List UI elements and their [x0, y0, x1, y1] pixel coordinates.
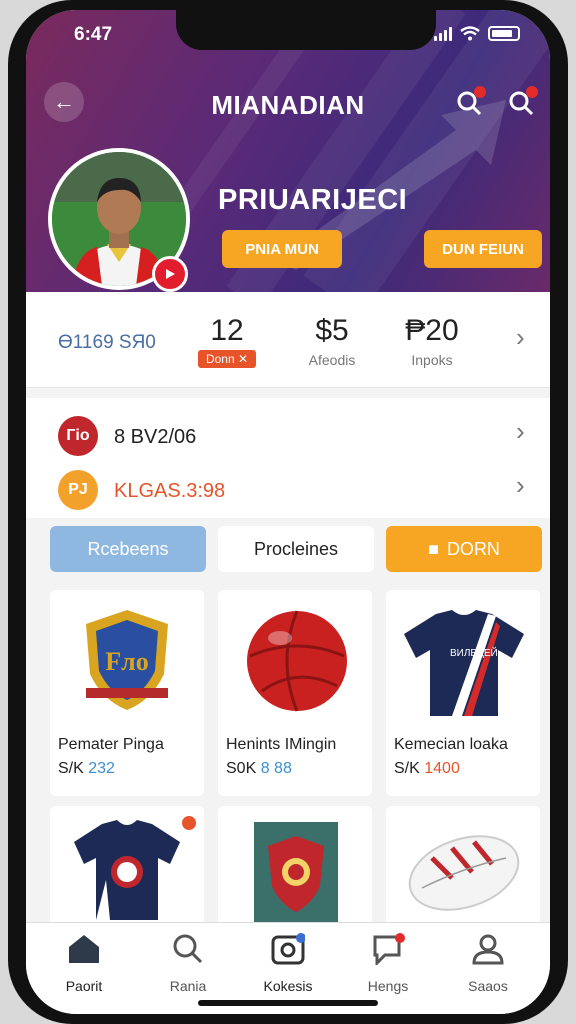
chevron-right-icon[interactable]: ›	[516, 322, 525, 353]
info-row[interactable]: PJ KLGAS.3:98 ›	[26, 462, 550, 518]
tab-procleines[interactable]: Procleines	[218, 526, 374, 572]
product-card[interactable]	[218, 806, 372, 926]
badge-icon	[182, 816, 196, 830]
player-name: PRIUARIJECI	[218, 184, 408, 216]
nav-search[interactable]: Rania	[138, 933, 238, 994]
play-button[interactable]	[152, 256, 188, 292]
store-icon: ■	[428, 538, 439, 559]
position-icon: PJ	[58, 470, 98, 510]
bottom-nav: Paorit Rania Kokesis Hengs Saaos	[26, 922, 550, 1014]
stat-assists[interactable]: ₱20 Inpoks	[392, 314, 472, 368]
tab-label: DORN	[446, 538, 500, 559]
app-screen: ← MIANADIAN PRIUARIJECI PNIA MUN DUN FEI…	[26, 10, 550, 1014]
nav-profile[interactable]: Saaos	[438, 933, 538, 994]
phone-frame: ← MIANADIAN PRIUARIJECI PNIA MUN DUN FEI…	[8, 0, 568, 1024]
crest-image: Fло	[86, 610, 168, 710]
battery-icon	[488, 26, 520, 41]
svg-text:ВИЛЕДЕЙ: ВИЛЕДЕЙ	[450, 646, 498, 659]
primary-action-button[interactable]: PNIA MUN	[222, 230, 342, 268]
rugby-ball-image	[408, 835, 520, 911]
home-icon	[69, 935, 99, 963]
jersey-image: ВИЛЕДЕЙ	[404, 610, 524, 716]
product-price: S0K 8 88	[226, 760, 292, 777]
stat-matches[interactable]: 12 Donn ✕	[192, 314, 262, 368]
stat-value: 12	[210, 314, 244, 347]
nav-label: Rania	[169, 978, 207, 994]
nav-camera[interactable]: Kokesis	[238, 933, 338, 994]
nav-label: Kokesis	[263, 978, 313, 994]
product-card[interactable]	[50, 806, 204, 926]
stat-goals[interactable]: $5 Afeodis	[292, 314, 372, 368]
nav-chat[interactable]: Hengs	[338, 933, 438, 994]
nav-label: Hengs	[367, 978, 409, 994]
nav-label: Saaos	[468, 978, 508, 994]
close-icon: ✕	[237, 352, 249, 366]
product-card[interactable]: Henints IMingin S0K 8 88	[218, 590, 372, 796]
notification-badge	[526, 86, 538, 98]
play-icon	[166, 269, 175, 279]
product-price: S/K 1400	[394, 760, 460, 777]
product-name: Henints IMingin	[226, 736, 337, 753]
tab-bar: Rcebeens Procleines ■ DORN	[26, 518, 550, 582]
chevron-right-icon: ›	[516, 470, 525, 500]
stat-value: $5	[315, 314, 349, 347]
svg-text:Fло: Fло	[105, 647, 148, 676]
product-price: S/K 232	[58, 760, 115, 777]
book-image	[254, 822, 338, 926]
product-card[interactable]: Fло Pemater Pinga S/K 232	[50, 590, 204, 796]
product-card[interactable]: ВИЛЕДЕЙ Kemecian loaka S/K 1400	[386, 590, 540, 796]
stat-value: ₱20	[405, 314, 459, 347]
tab-rcebeens[interactable]: Rcebeens	[50, 526, 206, 572]
stat-label: Afeodis	[308, 352, 356, 368]
stat-tag: Donn ✕	[197, 350, 257, 368]
player-id: Ө1169 ЅЯ0	[58, 332, 156, 353]
stat-label: Inpoks	[411, 352, 453, 368]
jersey-image	[74, 820, 180, 920]
product-card[interactable]	[386, 806, 540, 926]
nav-home[interactable]: Paorit	[34, 933, 134, 994]
signal-icon	[434, 26, 452, 41]
stats-bar: Ө1169 ЅЯ0 12 Donn ✕ $5 Afeodis ₱20 Inpok…	[26, 292, 550, 388]
wifi-icon	[460, 26, 480, 41]
chat-icon	[373, 933, 405, 967]
tab-dorn[interactable]: ■ DORN	[386, 526, 542, 572]
search-button-2[interactable]	[504, 86, 538, 120]
info-list: Гіо 8 BV2/06 › PJ KLGAS.3:98 ›	[26, 398, 550, 518]
chevron-right-icon: ›	[516, 416, 525, 446]
status-time: 6:47	[74, 24, 113, 45]
product-name: Kemecian loaka	[394, 736, 508, 753]
search-button[interactable]	[452, 86, 486, 120]
nav-label: Paorit	[65, 978, 103, 994]
notch	[176, 10, 436, 50]
profile-icon	[472, 934, 504, 965]
search-icon	[173, 934, 203, 964]
info-text: 8 BV2/06	[114, 426, 197, 448]
ball-image	[247, 610, 347, 712]
product-name: Pemater Pinga	[58, 736, 164, 753]
home-indicator[interactable]	[198, 1000, 378, 1006]
camera-icon	[271, 933, 306, 965]
club-icon: Гіо	[58, 416, 98, 456]
info-text: KLGAS.3:98	[114, 480, 226, 502]
info-row[interactable]: Гіо 8 BV2/06 ›	[26, 408, 550, 464]
notification-badge	[474, 86, 486, 98]
secondary-action-button[interactable]: DUN FEIUN	[424, 230, 542, 268]
